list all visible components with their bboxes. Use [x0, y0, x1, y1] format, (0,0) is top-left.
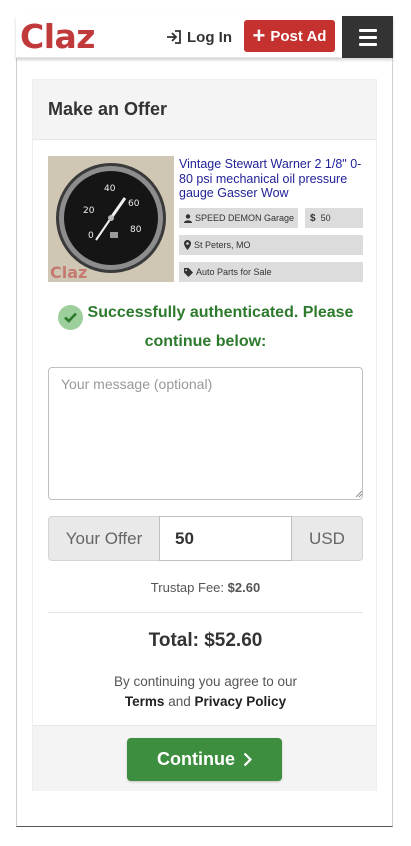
trustap-fee: Trustap Fee: $2.60: [48, 580, 363, 595]
card-title: Make an Offer: [48, 99, 168, 119]
image-watermark: Claz: [50, 263, 88, 282]
post-ad-label: Post Ad: [270, 27, 327, 45]
location-tag: St Peters, MO: [179, 235, 363, 255]
agree-text: By continuing you agree to our: [113, 674, 298, 689]
tag-icon: [184, 267, 193, 277]
seller-tag[interactable]: SPEED DEMON Garage: [179, 208, 298, 228]
card-header: Make an Offer: [33, 80, 376, 140]
check-circle-icon: [57, 305, 83, 330]
seller-name: SPEED DEMON Garage: [195, 213, 295, 223]
site-logo[interactable]: Claz: [20, 16, 96, 58]
offer-amount-input[interactable]: [159, 516, 292, 561]
hamburger-icon-bar: [358, 35, 377, 39]
plus-icon: +: [252, 23, 266, 48]
login-label: Log In: [187, 28, 232, 46]
offer-input-group: Your Offer USD: [48, 516, 363, 561]
card-footer: Continue: [33, 725, 376, 791]
svg-text:60: 60: [128, 199, 140, 209]
continue-label: Continue: [157, 749, 235, 769]
svg-text:80: 80: [130, 225, 142, 235]
menu-toggle-button[interactable]: [342, 16, 393, 58]
login-link[interactable]: Log In: [166, 25, 232, 49]
chevron-right-icon: [243, 752, 252, 767]
category-value: Auto Parts for Sale: [196, 267, 272, 277]
svg-text:0: 0: [88, 231, 94, 241]
price-value: 50: [320, 213, 331, 223]
top-navbar: Claz Log In + Post Ad: [16, 16, 393, 58]
post-ad-button[interactable]: + Post Ad: [244, 20, 335, 52]
terms-agreement: By continuing you agree to our Terms and…: [48, 672, 363, 712]
and-text: and: [168, 694, 191, 709]
listing-summary: 20 40 60 80 0 Claz Vintage Stewart Warne…: [48, 156, 363, 282]
svg-text:20: 20: [83, 206, 95, 216]
privacy-policy-link[interactable]: Privacy Policy: [195, 694, 287, 709]
svg-text:40: 40: [104, 184, 116, 194]
continue-button[interactable]: Continue: [127, 738, 282, 781]
auth-text: Successfully authenticated. Please conti…: [87, 304, 354, 350]
divider: [48, 612, 363, 613]
terms-link[interactable]: Terms: [125, 694, 165, 709]
offer-label: Your Offer: [48, 516, 159, 561]
offer-total: Total: $52.60: [148, 630, 263, 651]
resize-handle-icon[interactable]: [355, 490, 363, 498]
map-marker-icon: [184, 240, 191, 250]
fee-value: $2.60: [227, 580, 261, 595]
location-value: St Peters, MO: [194, 240, 251, 250]
listing-title-link[interactable]: Vintage Stewart Warner 2 1/8" 0-80 psi m…: [179, 157, 365, 201]
hamburger-icon-bar: [358, 28, 377, 32]
category-tag[interactable]: Auto Parts for Sale: [179, 262, 363, 282]
price-tag: $ 50: [305, 208, 363, 228]
auth-success-message: Successfully authenticated. Please conti…: [48, 301, 363, 354]
make-offer-card: Make an Offer 20 40 60 80 0 Claz Vintage…: [32, 79, 377, 791]
message-textarea[interactable]: [48, 367, 363, 500]
listing-image[interactable]: 20 40 60 80 0 Claz: [48, 156, 174, 282]
dollar-icon: $: [310, 212, 316, 224]
fee-label: Trustap Fee:: [150, 580, 225, 595]
user-icon: [184, 213, 192, 223]
hamburger-icon-bar: [358, 42, 377, 46]
offer-currency: USD: [292, 516, 363, 561]
sign-in-icon: [167, 30, 181, 44]
